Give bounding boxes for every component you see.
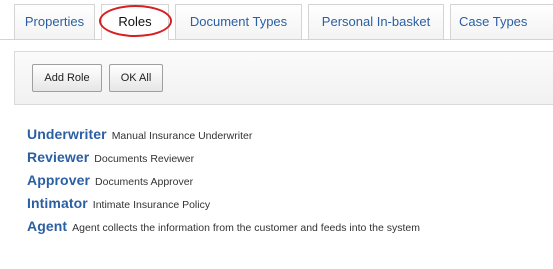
role-description: Intimate Insurance Policy bbox=[92, 199, 211, 211]
role-link-approver[interactable]: Approver bbox=[27, 172, 90, 188]
toolbar: Add Role OK All bbox=[14, 51, 553, 105]
role-item-approver: Approver Documents Approver bbox=[27, 172, 553, 192]
role-link-reviewer[interactable]: Reviewer bbox=[27, 149, 89, 165]
role-item-intimator: Intimator Intimate Insurance Policy bbox=[27, 195, 553, 215]
tab-personal-in-basket[interactable]: Personal In-basket bbox=[308, 4, 444, 39]
role-description: Documents Reviewer bbox=[94, 153, 195, 165]
tab-bar-divider bbox=[0, 39, 553, 40]
role-link-underwriter[interactable]: Underwriter bbox=[27, 126, 107, 142]
tab-case-types[interactable]: Case Types bbox=[450, 4, 553, 39]
role-item-agent: Agent Agent collects the information from… bbox=[27, 218, 553, 238]
tab-document-types[interactable]: Document Types bbox=[175, 4, 302, 39]
role-item-underwriter: Underwriter Manual Insurance Underwriter bbox=[27, 126, 553, 146]
role-description: Manual Insurance Underwriter bbox=[111, 130, 253, 142]
tab-properties[interactable]: Properties bbox=[14, 4, 95, 39]
role-description: Agent collects the information from the … bbox=[72, 222, 421, 234]
role-description: Documents Approver bbox=[95, 176, 194, 188]
add-role-button[interactable]: Add Role bbox=[32, 64, 102, 92]
role-link-intimator[interactable]: Intimator bbox=[27, 195, 88, 211]
highlight-annotation bbox=[99, 5, 172, 37]
role-item-reviewer: Reviewer Documents Reviewer bbox=[27, 149, 553, 169]
ok-all-button[interactable]: OK All bbox=[109, 64, 163, 92]
tab-bar: Properties Roles Document Types Personal… bbox=[0, 0, 553, 40]
roles-list: Underwriter Manual Insurance Underwriter … bbox=[27, 126, 553, 241]
role-link-agent[interactable]: Agent bbox=[27, 218, 67, 234]
